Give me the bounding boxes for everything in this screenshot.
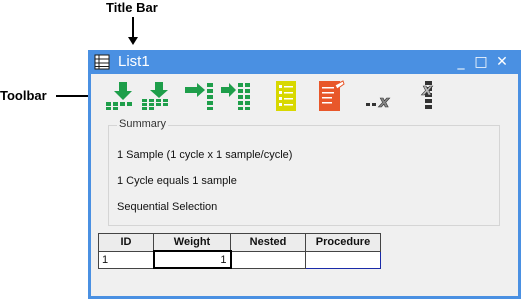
transfer-icon — [221, 83, 250, 110]
toolbar-callout-arrow — [56, 95, 90, 97]
move-right-icon — [185, 83, 213, 110]
cell-weight-selected[interactable]: 1 — [152, 250, 232, 269]
title-bar-callout: Title Bar — [106, 0, 158, 15]
delete-column-button[interactable]: x — [413, 79, 447, 113]
grid-header-row: ID Weight Nested Procedure — [98, 233, 381, 252]
edit-sheet-button[interactable] — [313, 79, 347, 113]
checklist-icon — [276, 81, 296, 111]
clear-x-icon: x — [366, 92, 390, 111]
delete-column-icon: x — [421, 80, 433, 109]
toolbar: x x — [91, 77, 518, 115]
table-row: 1 1 — [98, 250, 381, 269]
import-append-button[interactable] — [139, 79, 173, 113]
column-header-procedure[interactable]: Procedure — [305, 233, 381, 252]
cell-procedure[interactable] — [305, 250, 381, 269]
summary-legend: Summary — [117, 118, 169, 130]
summary-cycle-text: 1 Cycle equals 1 sample — [117, 175, 237, 187]
minimize-button[interactable]: _ — [451, 52, 471, 72]
summary-group: Summary 1 Sample (1 cycle x 1 sample/cyc… — [108, 118, 500, 226]
import-down-button[interactable] — [103, 79, 137, 113]
edit-sheet-icon — [319, 80, 345, 111]
list-window: List1 _ □ ✕ x x Summary 1 Sample (1 cycl… — [88, 50, 521, 299]
import-down-icon — [106, 82, 132, 110]
move-right-button[interactable] — [183, 79, 217, 113]
import-append-icon — [142, 82, 168, 110]
svg-text:x: x — [378, 92, 390, 111]
title-bar[interactable]: List1 _ □ ✕ — [88, 50, 521, 74]
column-header-id[interactable]: ID — [98, 233, 154, 252]
clear-button[interactable]: x — [363, 79, 397, 113]
transfer-button[interactable] — [219, 79, 253, 113]
title-bar-callout-arrowhead — [128, 37, 138, 45]
cell-nested[interactable] — [230, 250, 306, 269]
maximize-button[interactable]: □ — [471, 52, 491, 72]
column-header-weight[interactable]: Weight — [153, 233, 231, 252]
summary-selection-text: Sequential Selection — [117, 201, 218, 213]
window-title: List1 — [118, 53, 150, 70]
data-grid: ID Weight Nested Procedure 1 1 — [98, 233, 381, 269]
window-client-area: x x Summary 1 Sample (1 cycle x 1 sample… — [91, 74, 518, 296]
column-header-nested[interactable]: Nested — [230, 233, 306, 252]
summary-sample-text: 1 Sample (1 cycle x 1 sample/cycle) — [117, 149, 293, 161]
title-bar-callout-arrow — [132, 17, 134, 39]
checklist-button[interactable] — [269, 79, 303, 113]
toolbar-callout: Toolbar — [0, 88, 47, 103]
close-button[interactable]: ✕ — [492, 52, 512, 72]
cell-id[interactable]: 1 — [98, 250, 154, 269]
svg-text:x: x — [421, 80, 433, 99]
table-icon — [94, 54, 110, 70]
